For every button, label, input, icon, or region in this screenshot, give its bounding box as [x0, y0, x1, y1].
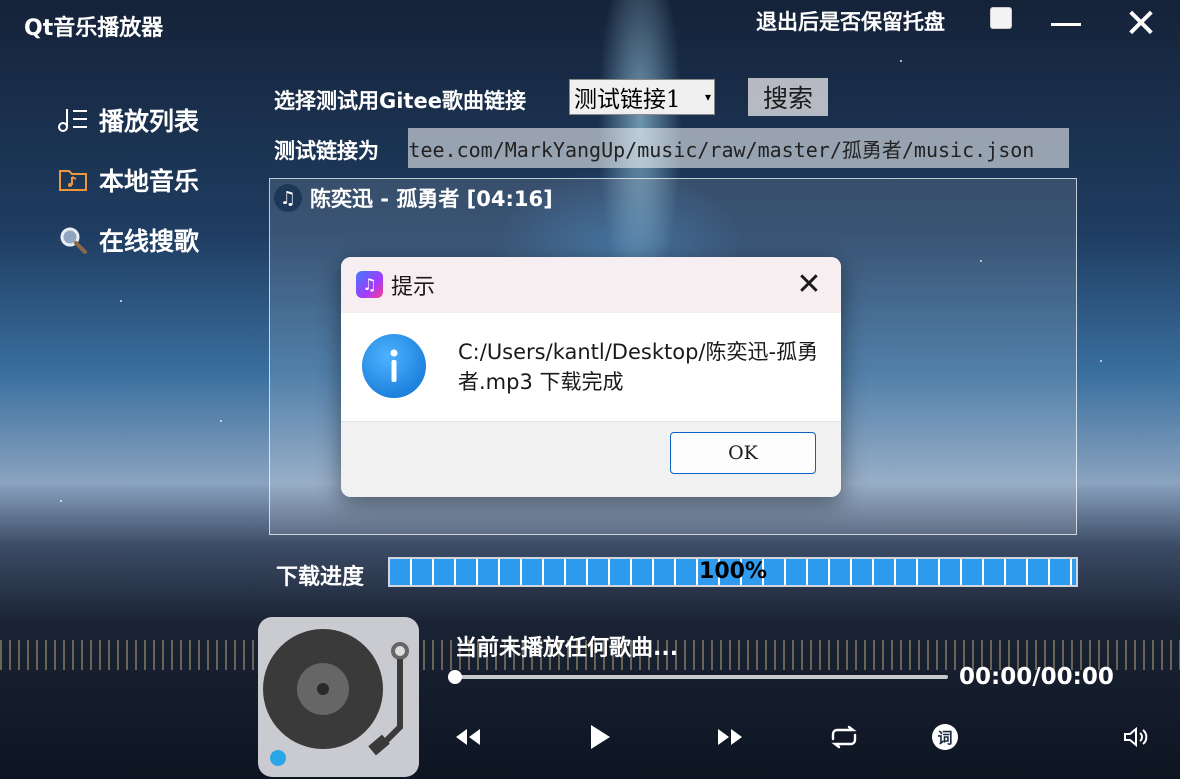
download-progress-text: 100%	[699, 559, 767, 584]
music-note-icon: ♫	[274, 184, 302, 212]
star	[60, 500, 62, 502]
link-select-value: 测试链接1	[574, 87, 681, 113]
ok-button[interactable]: OK	[670, 432, 816, 474]
app-title: Qt音乐播放器	[24, 16, 164, 41]
fast-forward-icon	[718, 729, 742, 745]
sidebar-item-local-music[interactable]: 本地音乐	[57, 162, 199, 198]
sidebar-item-playlist[interactable]: 播放列表	[57, 102, 199, 138]
list-item[interactable]: ♫ 陈奕迅 - 孤勇者 [04:16]	[274, 183, 553, 213]
playlist-icon	[57, 104, 89, 136]
search-icon	[57, 224, 89, 256]
seek-bar[interactable]	[455, 675, 948, 679]
dialog-body: C:/Users/kantl/Desktop/陈奕迅-孤勇者.mp3 下载完成	[341, 313, 841, 421]
lyrics-button[interactable]: 词	[927, 719, 963, 755]
info-dialog: ♫ 提示 ✕ C:/Users/kantl/Desktop/陈奕迅-孤勇者.mp…	[341, 257, 841, 497]
dialog-header: ♫ 提示 ✕	[341, 257, 841, 313]
star	[120, 300, 122, 302]
song-title: 陈奕迅 - 孤勇者 [04:16]	[310, 187, 553, 211]
sidebar-item-label: 在线搜歌	[99, 227, 200, 256]
sidebar-item-online-search[interactable]: 在线搜歌	[57, 222, 199, 258]
now-playing-text: 当前未播放任何歌曲...	[455, 636, 679, 661]
tray-option-label: 退出后是否保留托盘	[756, 10, 945, 34]
minimize-icon	[1051, 22, 1081, 26]
rewind-button[interactable]	[450, 719, 486, 755]
dialog-close-button[interactable]: ✕	[789, 267, 829, 303]
select-link-label: 选择测试用Gitee歌曲链接	[274, 89, 526, 113]
dialog-message: C:/Users/kantl/Desktop/陈奕迅-孤勇者.mp3 下载完成	[458, 340, 819, 394]
seek-handle[interactable]	[448, 670, 462, 684]
app-icon: ♫	[356, 271, 383, 298]
minimize-button[interactable]	[1046, 4, 1086, 44]
time-display: 00:00/00:00	[959, 664, 1114, 690]
star	[900, 60, 902, 62]
rewind-icon	[456, 729, 480, 745]
dialog-title: 提示	[391, 275, 436, 300]
star	[1100, 360, 1102, 362]
repeat-button[interactable]	[826, 719, 862, 755]
lyrics-icon: 词	[932, 724, 958, 750]
fast-forward-button[interactable]	[712, 719, 748, 755]
sidebar-item-label: 播放列表	[99, 107, 200, 136]
volume-button[interactable]	[1118, 719, 1154, 755]
link-url-label: 测试链接为	[274, 139, 379, 163]
link-url-field[interactable]: https://gitee.com/MarkYangUp/music/raw/m…	[408, 128, 1069, 168]
volume-icon	[1124, 726, 1148, 748]
folder-music-icon	[57, 164, 89, 196]
link-select[interactable]: 测试链接1 ▾	[569, 79, 715, 115]
chevron-down-icon: ▾	[704, 90, 711, 104]
close-button[interactable]: ✕	[1121, 4, 1161, 44]
repeat-icon	[831, 725, 857, 749]
dialog-footer: OK	[341, 421, 841, 497]
album-art-turntable	[258, 617, 419, 777]
link-url-value: https://gitee.com/MarkYangUp/music/raw/m…	[408, 137, 1035, 162]
sidebar-item-label: 本地音乐	[99, 167, 200, 196]
close-icon: ✕	[796, 267, 822, 302]
turntable-icon	[263, 629, 409, 766]
play-icon	[591, 725, 610, 749]
tray-checkbox[interactable]	[990, 7, 1012, 29]
close-icon: ✕	[1124, 1, 1158, 47]
star	[220, 420, 222, 422]
info-icon	[362, 334, 426, 398]
search-button[interactable]: 搜索	[748, 78, 828, 116]
play-button[interactable]	[582, 719, 618, 755]
download-progress-bar: 100%	[388, 557, 1078, 587]
download-label: 下载进度	[276, 565, 365, 590]
